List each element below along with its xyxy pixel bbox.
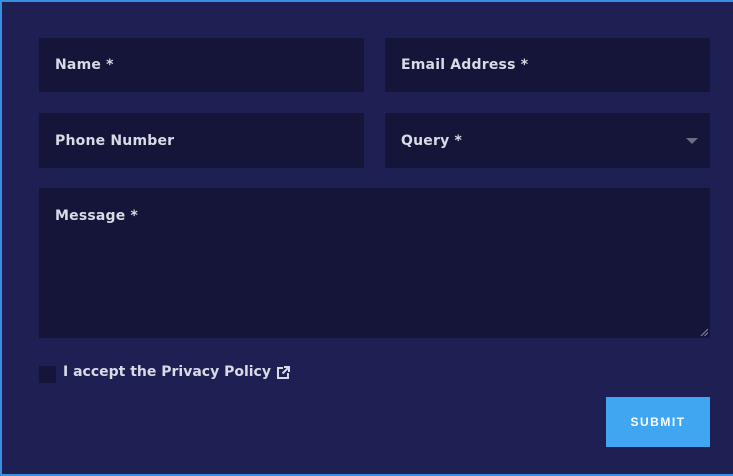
contact-form: Name * Email Address * Phone Number Quer… [0, 0, 733, 476]
privacy-checkbox[interactable] [39, 366, 56, 383]
name-field[interactable]: Name * [39, 38, 364, 92]
privacy-consent: I accept the Privacy Policy [63, 364, 290, 380]
chevron-down-icon [686, 137, 698, 144]
name-placeholder: Name * [55, 57, 114, 73]
message-placeholder: Message * [55, 208, 139, 224]
email-placeholder: Email Address * [401, 57, 529, 73]
privacy-label[interactable]: I accept the Privacy Policy [63, 364, 271, 380]
message-field[interactable]: Message * [39, 188, 710, 338]
phone-field[interactable]: Phone Number [39, 113, 364, 168]
query-select[interactable]: Query * [385, 113, 710, 168]
external-link-icon[interactable] [276, 365, 290, 379]
submit-button[interactable]: SUBMIT [606, 397, 710, 447]
email-field[interactable]: Email Address * [385, 38, 710, 92]
resize-handle-icon[interactable] [700, 328, 708, 336]
query-selected-value: Query * [401, 132, 462, 149]
phone-placeholder: Phone Number [55, 132, 175, 149]
